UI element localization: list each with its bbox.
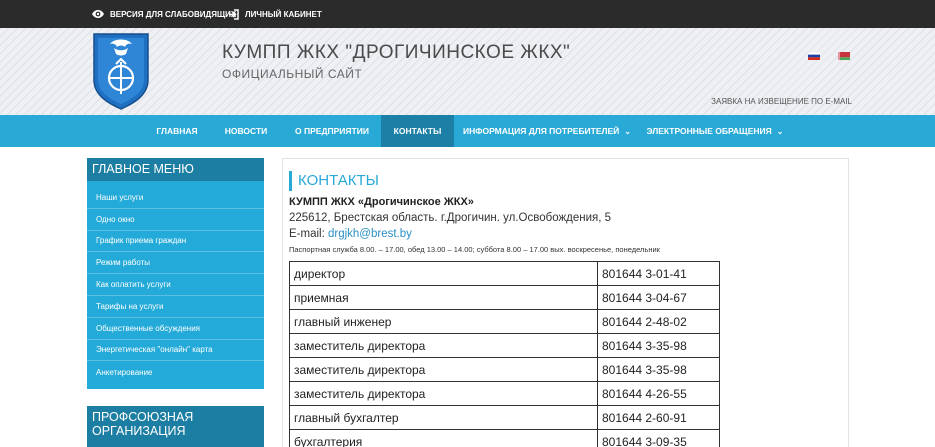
phone-cell: 801644 3-35-98 bbox=[597, 333, 720, 358]
eye-icon bbox=[92, 10, 104, 18]
phone-cell: 801644 2-48-02 bbox=[597, 309, 720, 334]
sidebar-title: ГЛАВНОЕ МЕНЮ bbox=[87, 158, 264, 181]
table-row: главный инженер 801644 2-48-02 bbox=[289, 309, 720, 334]
nav-e-appeals[interactable]: ЭЛЕКТРОННЫЕ ОБРАЩЕНИЯ ⌄ bbox=[644, 115, 786, 147]
phone-cell: 801644 3-04-67 bbox=[597, 285, 720, 310]
position-cell: заместитель директора bbox=[289, 381, 598, 406]
nav-home[interactable]: ГЛАВНАЯ bbox=[148, 115, 206, 147]
personal-cabinet-link[interactable]: ЛИЧНЫЙ КАБИНЕТ bbox=[228, 6, 322, 22]
table-row: заместитель директора 801644 3-35-98 bbox=[289, 357, 720, 382]
email-notification-link[interactable]: ЗАЯВКА НА ИЗВЕЩЕНИЕ ПО E-MAIL bbox=[711, 97, 852, 106]
sidebar-item-tariffs[interactable]: Тарифы на услуги bbox=[87, 296, 264, 318]
sidebar-item-how-to-pay[interactable]: Как оплатить услуги bbox=[87, 274, 264, 296]
table-row: заместитель директора 801644 3-35-98 bbox=[289, 333, 720, 358]
chevron-down-icon: ⌄ bbox=[776, 126, 784, 136]
address: 225612, Брестская область. г.Дрогичин. у… bbox=[289, 212, 612, 224]
email-link[interactable]: drgjkh@brest.by bbox=[328, 228, 412, 240]
low-vision-label: ВЕРСИЯ ДЛЯ СЛАБОВИДЯЩИХ bbox=[110, 9, 237, 19]
chevron-down-icon: ⌄ bbox=[624, 126, 631, 136]
nav-about[interactable]: О ПРЕДПРИЯТИИ bbox=[284, 115, 380, 147]
position-cell: главный инженер bbox=[289, 309, 598, 334]
nav-news[interactable]: НОВОСТИ bbox=[216, 115, 276, 147]
coat-of-arms-logo[interactable] bbox=[92, 32, 150, 110]
nav-consumer-info[interactable]: ИНФОРМАЦИЯ ДЛЯ ПОТРЕБИТЕЛЕЙ ⌄ bbox=[460, 115, 634, 147]
sidebar-item-energy-map[interactable]: Энергетическая "онлайн" карта bbox=[87, 340, 264, 362]
sidebar-item-survey[interactable]: Анкетирование bbox=[87, 361, 264, 383]
position-cell: главный бухгалтер bbox=[289, 405, 598, 430]
position-cell: приемная bbox=[289, 285, 598, 310]
site-subtitle: ОФИЦИАЛЬНЫЙ САЙТ bbox=[222, 67, 363, 81]
position-cell: бухгалтерия bbox=[289, 429, 598, 447]
sidebar: ГЛАВНОЕ МЕНЮ Наши услуги Одно окно Графи… bbox=[87, 158, 264, 390]
email-prefix: E-mail: bbox=[289, 228, 328, 240]
table-row: приемная 801644 3-04-67 bbox=[289, 285, 720, 310]
sidebar-trade-union-title: ПРОФСОЮЗНАЯ ОРГАНИЗАЦИЯ bbox=[87, 406, 264, 447]
nav-contacts[interactable]: КОНТАКТЫ bbox=[381, 115, 454, 147]
low-vision-link[interactable]: ВЕРСИЯ ДЛЯ СЛАБОВИДЯЩИХ bbox=[91, 6, 236, 22]
sidebar-item-reception-schedule[interactable]: График приема граждан bbox=[87, 231, 264, 253]
site-title: КУМПП ЖКХ "ДРОГИЧИНСКОЕ ЖКХ" bbox=[222, 42, 571, 63]
table-row: главный бухгалтер 801644 2-60-91 bbox=[289, 405, 720, 430]
main-content: КОНТАКТЫ КУМПП ЖКХ «Дрогичинское ЖКХ» 22… bbox=[282, 158, 849, 447]
sign-in-icon bbox=[229, 8, 239, 20]
working-hours-note: Паспортная служба 8.00. – 17.00, обед 13… bbox=[289, 245, 660, 254]
email-line: E-mail: drgjkh@brest.by bbox=[289, 228, 412, 240]
sidebar-menu: Наши услуги Одно окно График приема граж… bbox=[87, 181, 264, 390]
position-cell: директор bbox=[289, 261, 598, 286]
organization-name: КУМПП ЖКХ «Дрогичинское ЖКХ» bbox=[289, 196, 474, 208]
sidebar-item-public-discussions[interactable]: Общественные обсуждения bbox=[87, 318, 264, 340]
phone-cell: 801644 3-01-41 bbox=[597, 261, 720, 286]
page-title: КОНТАКТЫ bbox=[289, 171, 379, 191]
personal-cabinet-label: ЛИЧНЫЙ КАБИНЕТ bbox=[245, 9, 322, 19]
site-header: КУМПП ЖКХ "ДРОГИЧИНСКОЕ ЖКХ" ОФИЦИАЛЬНЫЙ… bbox=[0, 28, 935, 115]
sidebar-item-services[interactable]: Наши услуги bbox=[87, 187, 264, 209]
phone-cell: 801644 3-09-35 bbox=[597, 429, 720, 447]
russian-flag-icon[interactable] bbox=[808, 52, 820, 60]
main-nav: ГЛАВНАЯ НОВОСТИ О ПРЕДПРИЯТИИ КОНТАКТЫ И… bbox=[0, 115, 935, 147]
contacts-table: директор 801644 3-01-41 приемная 801644 3-… bbox=[289, 261, 720, 447]
position-cell: заместитель директора bbox=[289, 357, 598, 382]
phone-cell: 801644 2-60-91 bbox=[597, 405, 720, 430]
sidebar-item-one-window[interactable]: Одно окно bbox=[87, 209, 264, 231]
table-row: директор 801644 3-01-41 bbox=[289, 261, 720, 286]
position-cell: заместитель директора bbox=[289, 333, 598, 358]
phone-cell: 801644 4-26-55 bbox=[597, 381, 720, 406]
sidebar-item-working-hours[interactable]: Режим работы bbox=[87, 252, 264, 275]
table-row: заместитель директора 801644 4-26-55 bbox=[289, 381, 720, 406]
phone-cell: 801644 3-35-98 bbox=[597, 357, 720, 382]
table-row: бухгалтерия 801644 3-09-35 bbox=[289, 429, 720, 447]
top-bar: ВЕРСИЯ ДЛЯ СЛАБОВИДЯЩИХ ЛИЧНЫЙ КАБИНЕТ bbox=[0, 0, 935, 28]
belarus-flag-icon[interactable] bbox=[838, 52, 850, 60]
